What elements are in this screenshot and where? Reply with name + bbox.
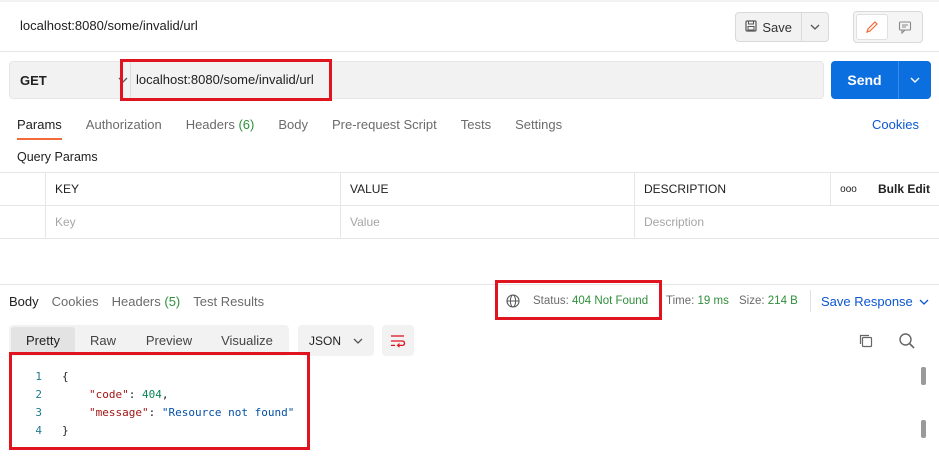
response-time[interactable]: Time: 19 ms bbox=[666, 295, 729, 307]
format-preview[interactable]: Preview bbox=[131, 327, 207, 354]
wrap-lines-button[interactable] bbox=[382, 325, 414, 356]
view-mode-toggle bbox=[853, 11, 923, 43]
query-params-table: KEY VALUE DESCRIPTION ooo Bulk Edit Key … bbox=[0, 172, 939, 239]
table-header-row: KEY VALUE DESCRIPTION ooo Bulk Edit bbox=[0, 173, 939, 206]
tab-strip-edge bbox=[0, 0, 939, 2]
body-highlight-box bbox=[9, 352, 310, 450]
more-options-icon[interactable]: ooo bbox=[830, 173, 866, 206]
search-icon[interactable] bbox=[898, 332, 916, 350]
tab-authorization[interactable]: Authorization bbox=[86, 117, 162, 141]
url-highlight-box bbox=[120, 59, 332, 101]
time-label: Time: bbox=[666, 295, 695, 307]
wrap-lines-icon bbox=[391, 334, 406, 348]
tab-count: (6) bbox=[238, 117, 255, 132]
description-input[interactable]: Description bbox=[634, 206, 939, 239]
chevron-down-icon bbox=[353, 338, 363, 344]
request-title[interactable]: localhost:8080/some/invalid/url bbox=[20, 18, 198, 33]
language-label: JSON bbox=[309, 333, 342, 348]
save-button-group: Save bbox=[735, 12, 829, 42]
cookies-link[interactable]: Cookies bbox=[872, 117, 919, 132]
key-column-header: KEY bbox=[45, 173, 341, 206]
comment-icon bbox=[898, 21, 912, 34]
tab-count: (5) bbox=[164, 294, 181, 309]
tab-params[interactable]: Params bbox=[17, 117, 62, 141]
save-options-button[interactable] bbox=[802, 13, 828, 41]
tab-label: Headers bbox=[111, 294, 161, 309]
tab-label: Authorization bbox=[85, 117, 162, 132]
chevron-down-icon bbox=[919, 299, 929, 305]
divider bbox=[810, 290, 811, 312]
tab-response-headers[interactable]: Headers (5) bbox=[112, 294, 181, 309]
send-options-button[interactable] bbox=[898, 61, 931, 99]
checkbox-column-header bbox=[0, 173, 46, 206]
tab-label: Body bbox=[278, 117, 308, 132]
tab-settings[interactable]: Settings bbox=[515, 117, 562, 141]
tab-body[interactable]: Body bbox=[278, 117, 308, 141]
tab-headers[interactable]: Headers (6) bbox=[186, 117, 255, 141]
tab-tests[interactable]: Tests bbox=[461, 117, 491, 141]
response-size[interactable]: Size: 214 B bbox=[739, 295, 798, 307]
format-raw[interactable]: Raw bbox=[75, 327, 131, 354]
tab-pre-request-script[interactable]: Pre-request Script bbox=[332, 117, 437, 141]
key-input[interactable]: Key bbox=[45, 206, 341, 239]
scrollbar-thumb[interactable] bbox=[921, 420, 926, 438]
save-button[interactable]: Save bbox=[736, 13, 803, 41]
chevron-down-icon bbox=[910, 77, 920, 83]
bulk-edit-button[interactable]: Bulk Edit bbox=[865, 173, 939, 206]
format-visualize[interactable]: Visualize bbox=[207, 327, 287, 354]
tab-label: Params bbox=[17, 117, 62, 132]
status-highlight-box bbox=[495, 280, 662, 320]
pencil-icon bbox=[866, 21, 878, 33]
table-row: Key Value Description bbox=[0, 206, 939, 239]
request-tabs: Params Authorization Headers (6) Body Pr… bbox=[17, 117, 586, 141]
request-header-bar: localhost:8080/some/invalid/url Save bbox=[0, 0, 939, 52]
value-input[interactable]: Value bbox=[340, 206, 635, 239]
response-divider[interactable] bbox=[0, 284, 939, 285]
value-column-header: VALUE bbox=[340, 173, 635, 206]
copy-icon[interactable] bbox=[858, 333, 874, 349]
method-select[interactable]: GET bbox=[20, 62, 128, 98]
save-label: Save bbox=[762, 19, 792, 35]
tab-label: Pre-request Script bbox=[331, 117, 437, 132]
size-value: 214 B bbox=[767, 295, 798, 307]
tab-response-cookies[interactable]: Cookies bbox=[52, 294, 99, 309]
edit-mode-button[interactable] bbox=[856, 14, 888, 40]
tab-response-body[interactable]: Body bbox=[9, 294, 39, 309]
response-tabs: Body Cookies Headers (5) Test Results bbox=[9, 294, 277, 309]
save-response-button[interactable]: Save Response bbox=[821, 294, 929, 309]
tab-label: Headers bbox=[185, 117, 235, 132]
time-value: 19 ms bbox=[697, 295, 729, 307]
send-button-group: Send bbox=[831, 61, 931, 99]
chevron-down-icon bbox=[810, 24, 820, 30]
query-params-title: Query Params bbox=[17, 150, 98, 164]
format-pretty[interactable]: Pretty bbox=[11, 327, 75, 354]
size-label: Size: bbox=[739, 295, 765, 307]
tab-test-results[interactable]: Test Results bbox=[193, 294, 264, 309]
save-response-label: Save Response bbox=[821, 294, 913, 309]
row-checkbox-cell bbox=[0, 206, 46, 239]
scrollbar-thumb[interactable] bbox=[921, 367, 926, 385]
comments-mode-button[interactable] bbox=[890, 14, 920, 40]
tab-label: Settings bbox=[515, 117, 563, 132]
save-icon bbox=[745, 19, 757, 35]
send-button[interactable]: Send bbox=[831, 61, 898, 99]
description-column-header: DESCRIPTION bbox=[634, 173, 831, 206]
method-label: GET bbox=[20, 72, 47, 88]
tab-label: Tests bbox=[460, 117, 492, 132]
